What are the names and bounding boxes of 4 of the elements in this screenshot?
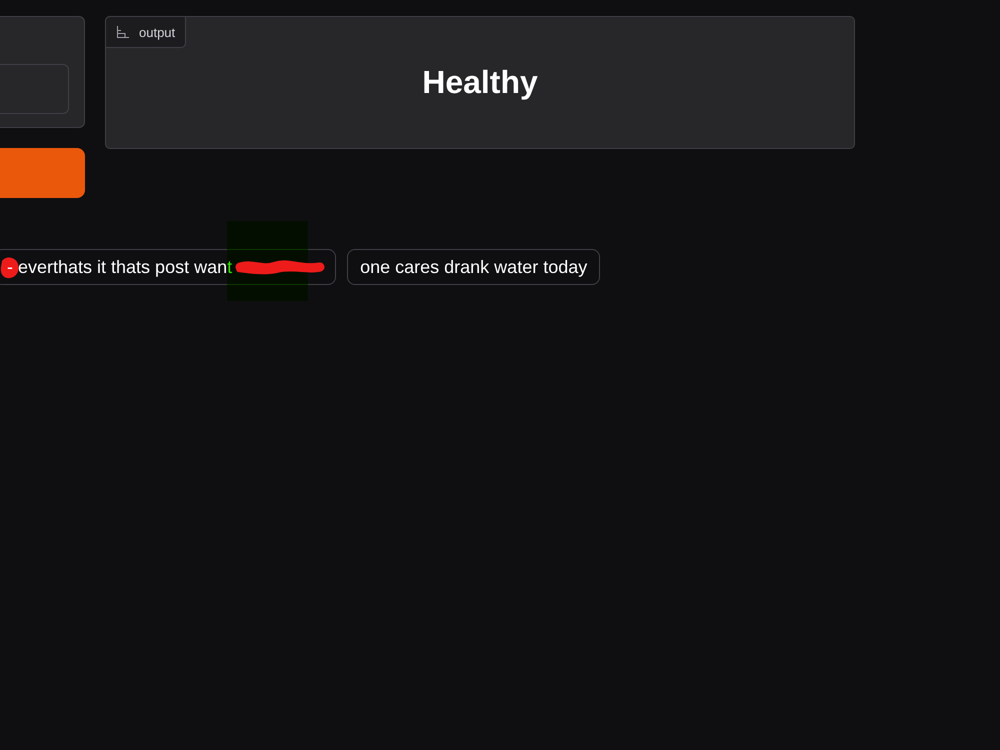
output-value: Healthy — [421, 63, 539, 101]
output-label: output — [139, 24, 176, 40]
bar-chart-icon — [117, 26, 129, 38]
example-chip[interactable]: one cares drank water today — [347, 249, 600, 285]
